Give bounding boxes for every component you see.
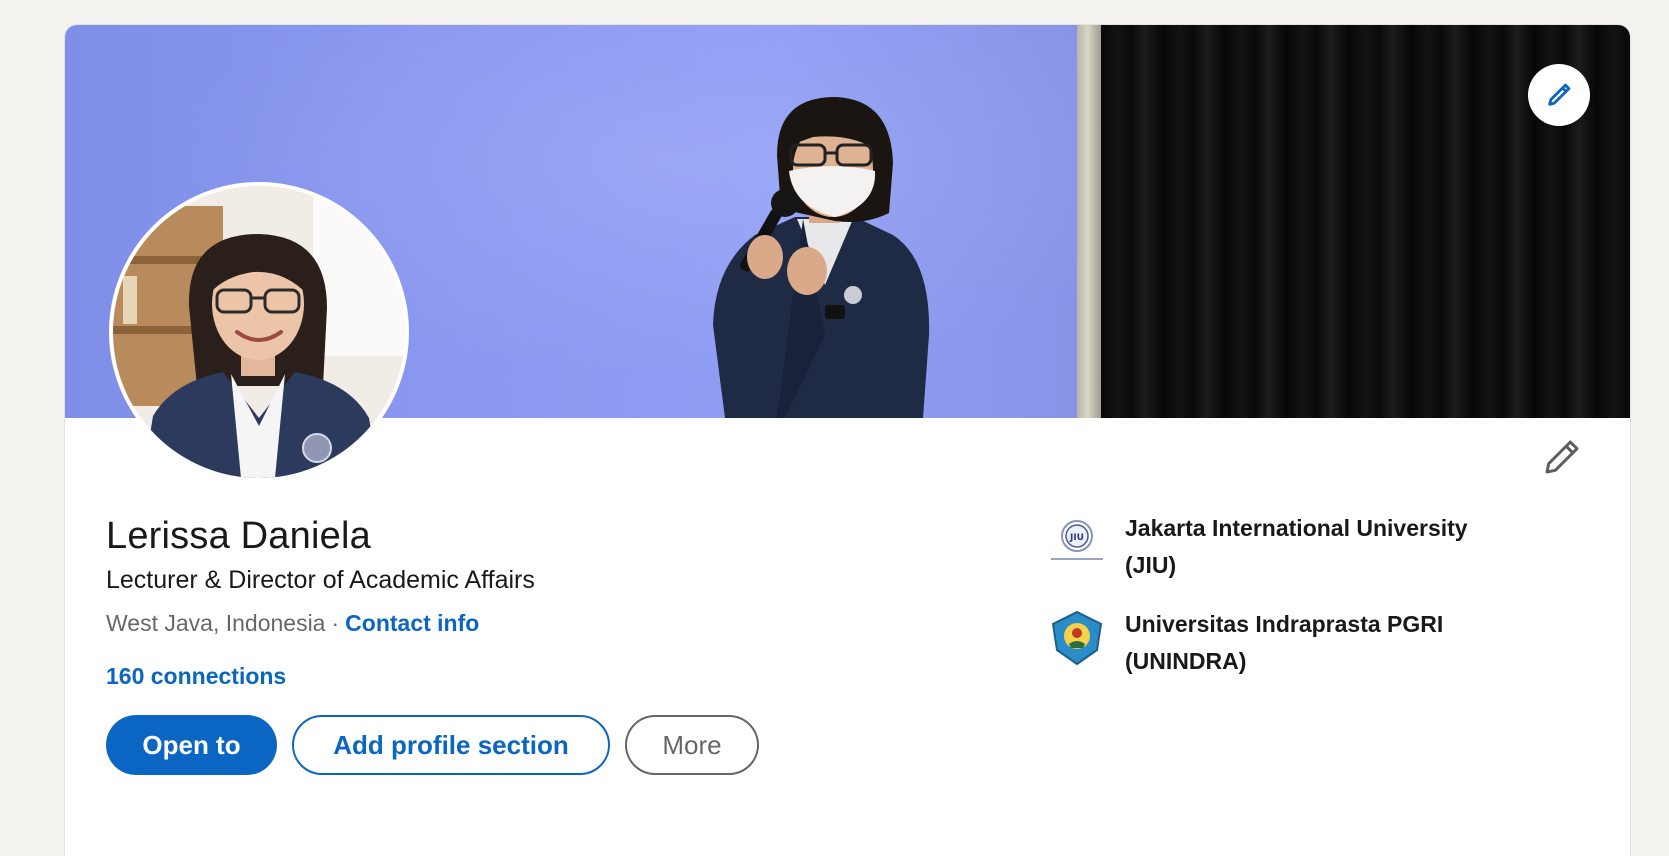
location-line: West Java, Indonesia · Contact info bbox=[106, 610, 479, 637]
edit-cover-button[interactable] bbox=[1528, 64, 1590, 126]
org-name: Universitas Indraprasta PGRI (UNINDRA) bbox=[1125, 611, 1444, 674]
profile-photo[interactable] bbox=[109, 182, 409, 482]
profile-headline: Lecturer & Director of Academic Affairs bbox=[106, 566, 535, 594]
profile-top-card: Lerissa Daniela Lecturer & Director of A… bbox=[65, 25, 1630, 856]
jiu-logo-icon: JIU bbox=[1045, 510, 1109, 574]
unindra-logo-icon bbox=[1045, 606, 1109, 670]
profile-photo-image bbox=[113, 186, 405, 478]
open-to-button[interactable]: Open to bbox=[106, 715, 277, 775]
org-item-unindra[interactable]: Universitas Indraprasta PGRI (UNINDRA) bbox=[1045, 606, 1525, 680]
edit-intro-button[interactable] bbox=[1538, 433, 1586, 481]
svg-text:JIU: JIU bbox=[1069, 533, 1084, 543]
more-button[interactable]: More bbox=[625, 715, 759, 775]
cover-speaker-figure bbox=[713, 97, 930, 418]
profile-name: Lerissa Daniela bbox=[106, 515, 371, 557]
connections-link[interactable]: 160 connections bbox=[106, 663, 286, 690]
contact-info-link[interactable]: Contact info bbox=[345, 610, 479, 637]
experience-education-list: JIU Jakarta International University (JI… bbox=[1045, 510, 1525, 702]
cover-pillar bbox=[1077, 25, 1101, 418]
pencil-outline-icon bbox=[1545, 440, 1579, 474]
pencil-icon bbox=[1548, 83, 1571, 106]
org-name: Jakarta International University (JIU) bbox=[1125, 515, 1468, 578]
location-separator: · bbox=[331, 610, 340, 636]
add-profile-section-button[interactable]: Add profile section bbox=[292, 715, 610, 775]
profile-location: West Java, Indonesia bbox=[106, 610, 326, 636]
org-item-jiu[interactable]: JIU Jakarta International University (JI… bbox=[1045, 510, 1525, 584]
